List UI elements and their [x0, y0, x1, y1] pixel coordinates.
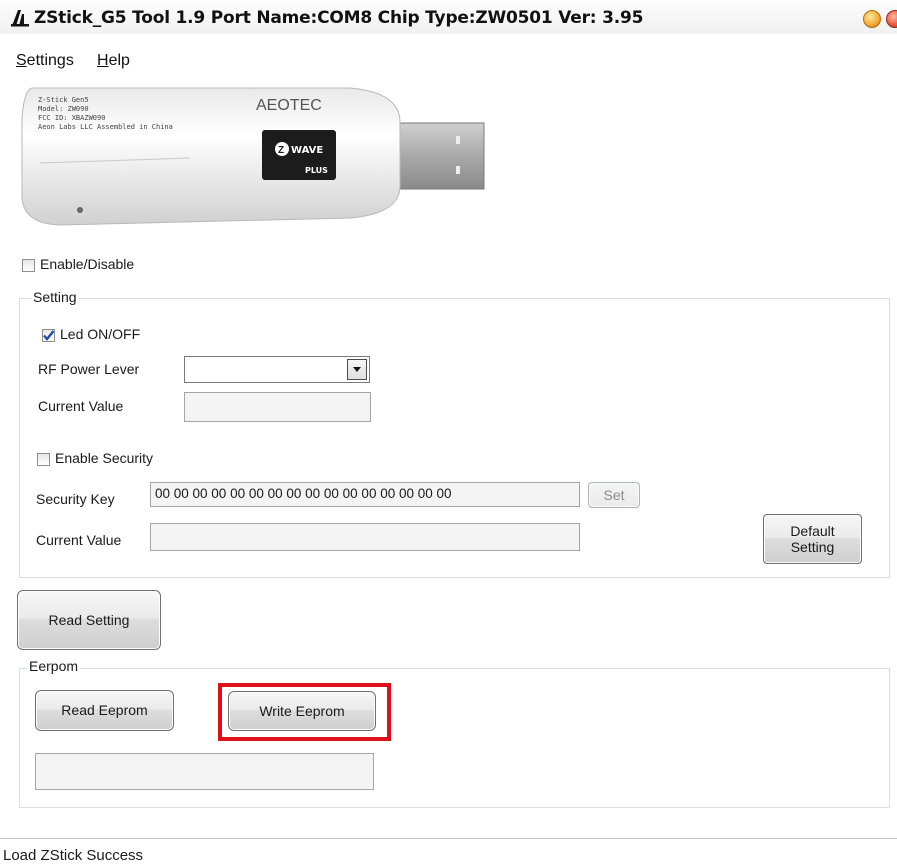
checkmark-icon	[43, 330, 55, 341]
title-bar[interactable]: ZStick_G5 Tool 1.9 Port Name:COM8 Chip T…	[0, 0, 897, 34]
device-label-line-4: Aeon Labs LLC Assembled in China	[38, 123, 173, 131]
zwave-badge-top: WAVE	[291, 145, 323, 156]
window-title: ZStick_G5 Tool 1.9 Port Name:COM8 Chip T…	[34, 8, 644, 28]
enable-security-label: Enable Security	[55, 450, 154, 466]
led-label: Led ON/OFF	[60, 326, 141, 342]
setting-legend: Setting	[31, 289, 79, 305]
chevron-down-icon	[353, 367, 361, 372]
rf-power-select[interactable]	[184, 356, 370, 383]
enable-disable-checkbox[interactable]	[22, 259, 35, 272]
read-setting-button[interactable]: Read Setting	[17, 590, 161, 650]
read-eeprom-button[interactable]: Read Eeprom	[35, 690, 174, 731]
menu-help-accel: H	[97, 52, 109, 69]
enable-security-checkbox[interactable]	[37, 453, 50, 466]
menu-help-rest: elp	[108, 52, 130, 69]
security-current-value-field[interactable]	[150, 523, 580, 551]
security-current-value-label: Current Value	[36, 532, 122, 548]
minimize-button[interactable]	[863, 10, 881, 28]
zstick-device-image: Z-Stick Gen5 Model: ZW090 FCC ID: XBAZW0…	[21, 87, 485, 226]
default-setting-button[interactable]: Default Setting	[763, 514, 862, 564]
menu-settings-accel: S	[16, 52, 27, 69]
status-text: Load ZStick Success	[3, 847, 144, 864]
enable-disable-label: Enable/Disable	[40, 256, 135, 272]
set-button[interactable]: Set	[588, 482, 640, 508]
eeprom-result-field[interactable]	[35, 753, 374, 790]
default-setting-line-2: Setting	[790, 539, 835, 555]
device-label-line-3: FCC ID: XBAZW090	[38, 114, 105, 122]
menu-settings[interactable]: Settings	[16, 52, 74, 70]
app-icon	[11, 10, 29, 27]
eeprom-legend: Eerpom	[27, 658, 81, 674]
write-eeprom-button[interactable]: Write Eeprom	[228, 691, 376, 731]
security-key-label: Security Key	[36, 491, 115, 507]
rf-power-label: RF Power Lever	[38, 361, 140, 377]
device-brand: AEOTEC	[256, 97, 322, 114]
dropdown-arrow-button[interactable]	[347, 359, 367, 380]
menu-help[interactable]: Help	[97, 52, 130, 70]
default-setting-line-1: Default	[790, 523, 835, 539]
zwave-badge-bottom: PLUS	[305, 166, 328, 175]
menu-settings-rest: ettings	[26, 52, 74, 69]
device-label-line-2: Model: ZW090	[38, 105, 89, 113]
close-button[interactable]	[886, 10, 897, 28]
status-bar-divider	[0, 838, 897, 839]
rf-current-value-label: Current Value	[38, 398, 124, 414]
svg-text:Z: Z	[278, 145, 284, 156]
device-label-line-1: Z-Stick Gen5	[38, 96, 89, 104]
led-checkbox[interactable]	[42, 329, 55, 342]
security-key-field[interactable]: 00 00 00 00 00 00 00 00 00 00 00 00 00 0…	[150, 482, 580, 507]
rf-current-value-field[interactable]	[184, 392, 371, 422]
